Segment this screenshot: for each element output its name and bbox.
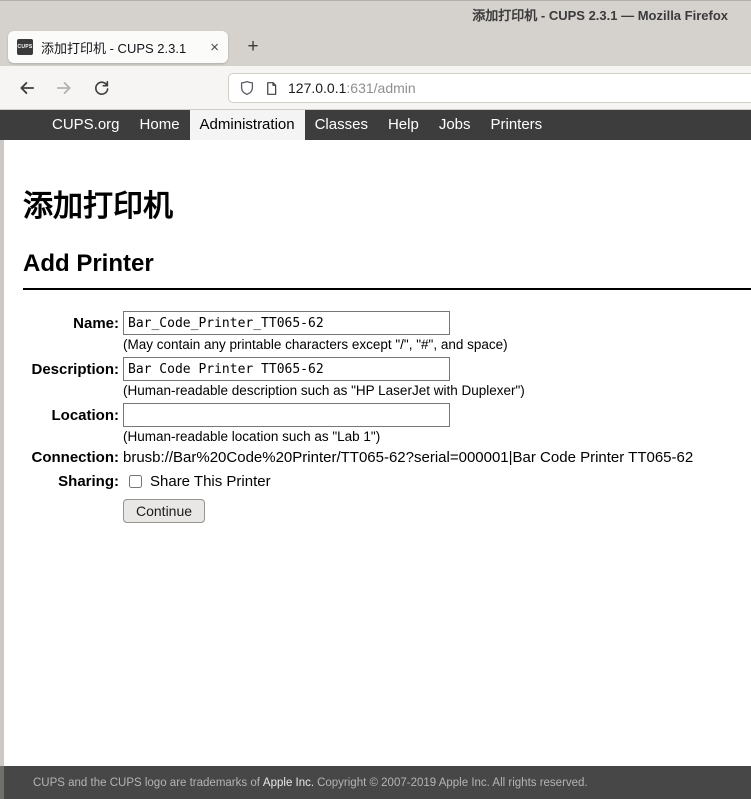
continue-button[interactable]: Continue	[123, 499, 206, 523]
nav-item-printers[interactable]: Printers	[481, 110, 553, 140]
window-title: 添加打印机 - CUPS 2.3.1 — Mozilla Firefox	[472, 8, 728, 23]
cups-navbar: CUPS.org Home Administration Classes Hel…	[0, 110, 751, 140]
url-path: :631/admin	[346, 80, 416, 96]
browser-toolbar: 127.0.0.1:631/admin	[0, 66, 751, 110]
name-input[interactable]	[123, 311, 450, 335]
name-hint: (May contain any printable characters ex…	[123, 337, 508, 352]
cups-favicon-icon: CUPS	[17, 39, 33, 55]
tab-title: 添加打印机 - CUPS 2.3.1	[41, 40, 187, 56]
nav-item-help[interactable]: Help	[378, 110, 429, 140]
continue-row: Continue	[23, 499, 751, 523]
description-input[interactable]	[123, 357, 450, 381]
name-hint-row: (May contain any printable characters ex…	[23, 337, 751, 352]
back-icon[interactable]	[16, 77, 38, 99]
share-printer-checkbox[interactable]	[129, 475, 142, 488]
name-row: Name:	[23, 311, 751, 335]
url-host: 127.0.0.1	[288, 80, 347, 96]
sharing-row: Sharing: Share This Printer	[23, 473, 751, 490]
description-row: Description:	[23, 357, 751, 381]
apple-link[interactable]: Apple Inc.	[263, 777, 314, 789]
location-row: Location:	[23, 403, 751, 427]
nav-item-cups-org[interactable]: CUPS.org	[42, 110, 130, 140]
connection-row: Connection: brusb://Bar%20Code%20Printer…	[23, 449, 751, 466]
location-label: Location:	[51, 406, 120, 424]
page-info-icon[interactable]	[264, 81, 279, 96]
page-title-zh: 添加打印机	[23, 190, 173, 223]
location-input[interactable]	[123, 403, 450, 427]
location-hint-row: (Human-readable location such as "Lab 1"…	[23, 429, 751, 444]
footer-text-after: Copyright © 2007-2019 Apple Inc. All rig…	[317, 776, 588, 789]
nav-item-home[interactable]: Home	[130, 110, 190, 140]
description-hint: (Human-readable description such as "HP …	[123, 383, 525, 398]
sharing-label: Sharing:	[58, 473, 119, 490]
page-title-en: Add Printer	[23, 250, 751, 290]
nav-item-administration[interactable]: Administration	[189, 110, 305, 140]
location-hint: (Human-readable location such as "Lab 1"…	[123, 429, 381, 444]
description-label: Description:	[31, 360, 119, 378]
window-titlebar: 添加打印机 - CUPS 2.3.1 — Mozilla Firefox	[0, 0, 751, 28]
connection-value: brusb://Bar%20Code%20Printer/TT065-62?se…	[123, 449, 694, 466]
url-bar[interactable]: 127.0.0.1:631/admin	[228, 73, 751, 103]
new-tab-button[interactable]: +	[240, 34, 266, 60]
tab-close-icon[interactable]: ×	[210, 40, 219, 55]
reload-icon[interactable]	[90, 77, 112, 99]
name-label: Name:	[73, 314, 119, 332]
add-printer-form: Name: (May contain any printable charact…	[23, 311, 751, 523]
nav-item-jobs[interactable]: Jobs	[429, 110, 481, 140]
footer-text-before: CUPS and the CUPS logo are trademarks of	[33, 776, 260, 789]
description-hint-row: (Human-readable description such as "HP …	[23, 383, 751, 398]
page-footer: CUPS and the CUPS logo are trademarks of…	[0, 766, 751, 799]
shield-icon[interactable]	[239, 80, 255, 96]
share-printer-label: Share This Printer	[150, 473, 271, 490]
browser-tab[interactable]: CUPS 添加打印机 - CUPS 2.3.1 ×	[8, 31, 228, 63]
page-content: 添加打印机 Add Printer Name: (May contain any…	[0, 140, 751, 766]
tab-strip: CUPS 添加打印机 - CUPS 2.3.1 × +	[0, 28, 751, 66]
forward-icon	[53, 77, 75, 99]
connection-label: Connection:	[31, 449, 120, 466]
nav-item-classes[interactable]: Classes	[305, 110, 378, 140]
